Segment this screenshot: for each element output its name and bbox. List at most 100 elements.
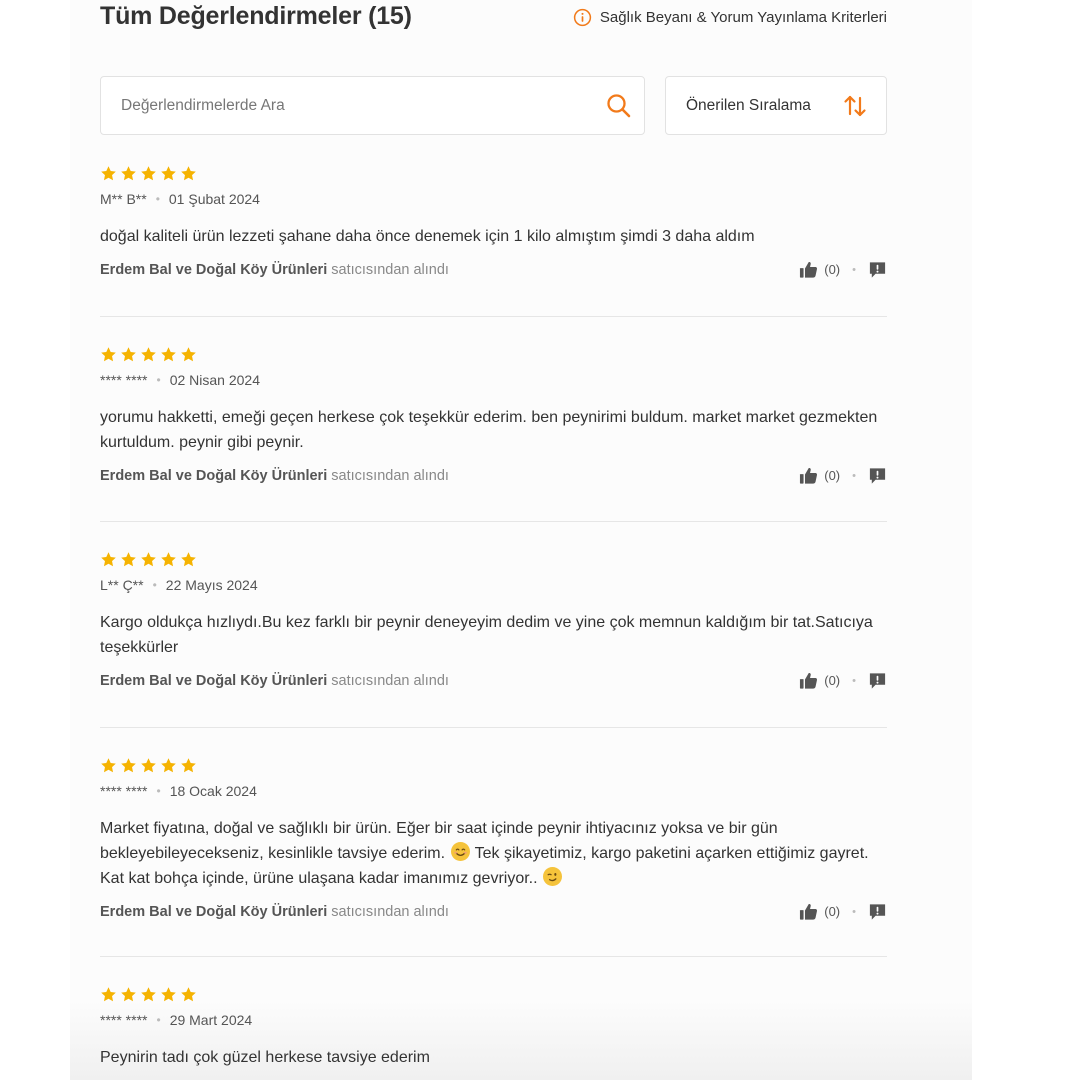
review-actions: (0) • bbox=[799, 260, 887, 279]
review-item: L** Ç** • 22 Mayıs 2024 Kargo oldukça hı… bbox=[100, 551, 887, 695]
review-text: Market fiyatına, doğal ve sağlıklı bir ü… bbox=[100, 816, 887, 891]
star-icon bbox=[120, 165, 137, 182]
review-actions: (0) • bbox=[799, 902, 887, 921]
star-icon bbox=[120, 986, 137, 1003]
review-text: Kargo oldukça hızlıydı.Bu kez farklı bir… bbox=[100, 614, 873, 656]
action-separator: • bbox=[852, 674, 856, 687]
review-actions: (0) • bbox=[799, 466, 887, 485]
report-icon[interactable] bbox=[868, 260, 887, 279]
sort-icon bbox=[842, 93, 868, 119]
star-icon bbox=[120, 346, 137, 363]
review-item: M** B** • 01 Şubat 2024 doğal kaliteli ü… bbox=[100, 165, 887, 284]
review-divider bbox=[100, 727, 887, 728]
review-divider bbox=[100, 956, 887, 957]
sort-label: Önerilen Sıralama bbox=[686, 96, 811, 114]
sort-dropdown[interactable]: Önerilen Sıralama bbox=[665, 76, 887, 135]
review-actions: (0) • bbox=[799, 671, 887, 690]
reviews-section: Tüm Değerlendirmeler (15) Sağlık Beyanı … bbox=[100, 0, 887, 1066]
star-icon bbox=[180, 551, 197, 568]
seller-suffix: satıcısından alındı bbox=[331, 468, 449, 484]
winking-face-emoji bbox=[543, 867, 563, 886]
seller-name[interactable]: Erdem Bal ve Doğal Köy Ürünleri bbox=[100, 673, 327, 689]
review-date: 22 Mayıs 2024 bbox=[165, 577, 258, 593]
report-icon[interactable] bbox=[868, 902, 887, 921]
smiling-face-emoji bbox=[450, 842, 470, 861]
review-divider bbox=[100, 316, 887, 317]
star-icon bbox=[180, 757, 197, 774]
review-item: **** **** • 02 Nisan 2024 yorumu hakkett… bbox=[100, 346, 887, 490]
review-item: **** **** • 18 Ocak 2024 Market fiyatına… bbox=[100, 757, 887, 926]
review-footer: Erdem Bal ve Doğal Köy Ürünleri satıcısı… bbox=[100, 466, 887, 490]
star-icon bbox=[140, 346, 157, 363]
criteria-link[interactable]: Sağlık Beyanı & Yorum Yayınlama Kriterle… bbox=[573, 8, 887, 27]
report-icon[interactable] bbox=[868, 671, 887, 690]
review-footer: Erdem Bal ve Doğal Köy Ürünleri satıcısı… bbox=[100, 902, 887, 926]
thumbs-up-icon[interactable] bbox=[799, 902, 818, 921]
review-divider bbox=[100, 521, 887, 522]
review-date: 29 Mart 2024 bbox=[169, 1012, 253, 1028]
like-count: (0) bbox=[824, 468, 841, 483]
review-controls: Önerilen Sıralama bbox=[100, 76, 887, 135]
review-meta: L** Ç** • 22 Mayıs 2024 bbox=[100, 577, 887, 593]
seller-info: Erdem Bal ve Doğal Köy Ürünleri satıcısı… bbox=[100, 262, 449, 278]
search-input[interactable] bbox=[121, 96, 606, 115]
star-icon bbox=[160, 346, 177, 363]
review-footer: Erdem Bal ve Doğal Köy Ürünleri satıcısı… bbox=[100, 671, 887, 695]
rating-stars bbox=[100, 346, 887, 364]
star-icon bbox=[100, 757, 117, 774]
meta-separator: • bbox=[152, 578, 157, 592]
star-icon bbox=[140, 986, 157, 1003]
search-icon[interactable] bbox=[606, 93, 632, 119]
rating-stars bbox=[100, 757, 887, 775]
seller-name[interactable]: Erdem Bal ve Doğal Köy Ürünleri bbox=[100, 904, 327, 920]
page-title: Tüm Değerlendirmeler (15) bbox=[100, 2, 412, 30]
star-icon bbox=[180, 986, 197, 1003]
action-separator: • bbox=[852, 469, 856, 482]
review-author: **** **** bbox=[100, 783, 148, 799]
meta-separator: • bbox=[156, 1013, 161, 1027]
review-item: **** **** • 29 Mart 2024 Peynirin tadı ç… bbox=[100, 986, 887, 1070]
report-icon[interactable] bbox=[868, 466, 887, 485]
review-footer: Erdem Bal ve Doğal Köy Ürünleri satıcısı… bbox=[100, 260, 887, 284]
star-icon bbox=[180, 346, 197, 363]
meta-separator: • bbox=[155, 192, 160, 206]
thumbs-up-icon[interactable] bbox=[799, 671, 818, 690]
review-date: 01 Şubat 2024 bbox=[168, 191, 260, 207]
review-meta: **** **** • 29 Mart 2024 bbox=[100, 1012, 887, 1028]
review-text: doğal kaliteli ürün lezzeti şahane daha … bbox=[100, 228, 755, 245]
review-meta: **** **** • 18 Ocak 2024 bbox=[100, 783, 887, 799]
review-search-box[interactable] bbox=[100, 76, 645, 135]
thumbs-up-icon[interactable] bbox=[799, 260, 818, 279]
rating-stars bbox=[100, 165, 887, 183]
star-icon bbox=[100, 165, 117, 182]
star-icon bbox=[160, 165, 177, 182]
review-author: **** **** bbox=[100, 1012, 148, 1028]
star-icon bbox=[160, 986, 177, 1003]
seller-info: Erdem Bal ve Doğal Köy Ürünleri satıcısı… bbox=[100, 468, 449, 484]
seller-suffix: satıcısından alındı bbox=[331, 673, 449, 689]
seller-name[interactable]: Erdem Bal ve Doğal Köy Ürünleri bbox=[100, 468, 327, 484]
review-author: M** B** bbox=[100, 191, 147, 207]
seller-info: Erdem Bal ve Doğal Köy Ürünleri satıcısı… bbox=[100, 673, 449, 689]
review-text: yorumu hakketti, emeği geçen herkese çok… bbox=[100, 409, 878, 451]
seller-name[interactable]: Erdem Bal ve Doğal Köy Ürünleri bbox=[100, 262, 327, 278]
star-icon bbox=[100, 551, 117, 568]
info-icon bbox=[573, 8, 592, 27]
star-icon bbox=[100, 346, 117, 363]
action-separator: • bbox=[852, 263, 856, 276]
star-icon bbox=[100, 986, 117, 1003]
star-icon bbox=[140, 165, 157, 182]
like-count: (0) bbox=[824, 673, 841, 688]
star-icon bbox=[140, 757, 157, 774]
review-author: L** Ç** bbox=[100, 577, 144, 593]
meta-separator: • bbox=[156, 373, 161, 387]
meta-separator: • bbox=[156, 784, 161, 798]
star-icon bbox=[140, 551, 157, 568]
star-icon bbox=[120, 757, 137, 774]
review-text: Peynirin tadı çok güzel herkese tavsiye … bbox=[100, 1049, 430, 1066]
rating-stars bbox=[100, 986, 887, 1004]
seller-suffix: satıcısından alındı bbox=[331, 262, 449, 278]
review-date: 18 Ocak 2024 bbox=[169, 783, 257, 799]
thumbs-up-icon[interactable] bbox=[799, 466, 818, 485]
review-date: 02 Nisan 2024 bbox=[169, 372, 260, 388]
